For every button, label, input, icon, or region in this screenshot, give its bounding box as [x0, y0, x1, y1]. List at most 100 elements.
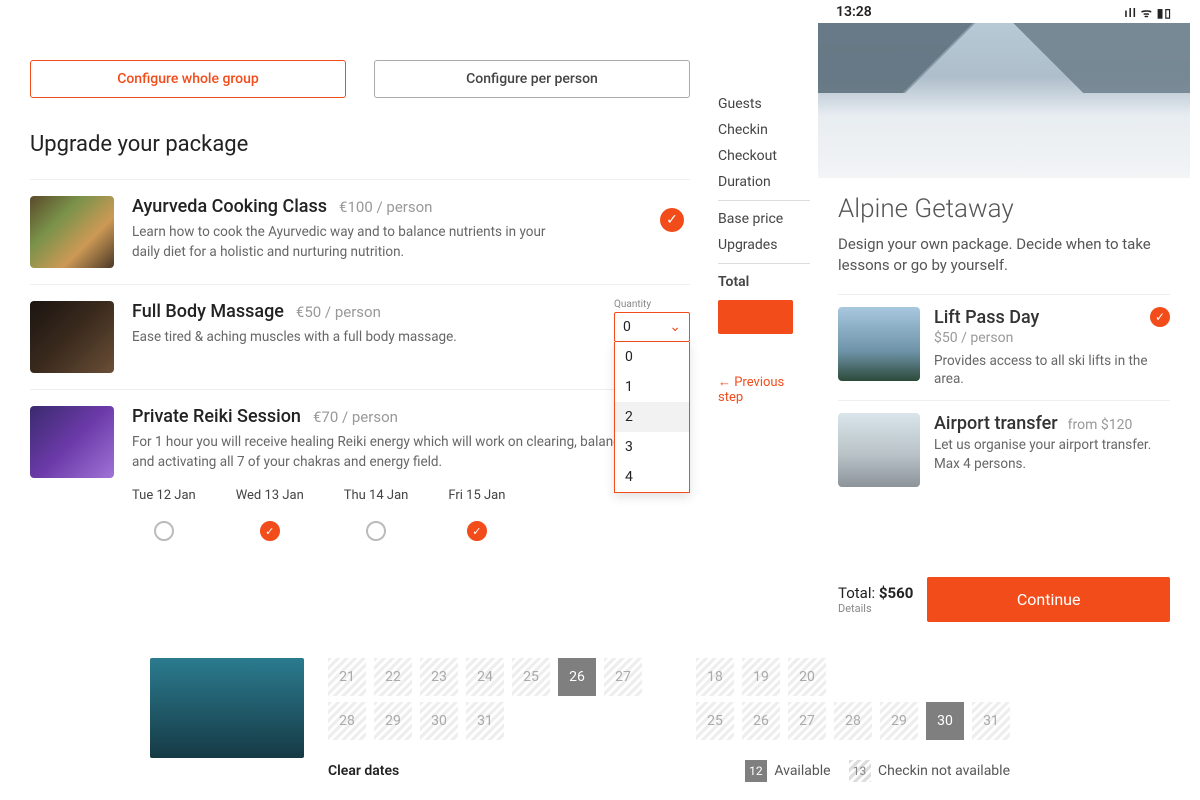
date-radio[interactable] [366, 521, 386, 541]
quantity-option[interactable]: 1 [615, 372, 689, 402]
addon-desc: For 1 hour you will receive healing Reik… [132, 433, 652, 472]
summary-cta-button[interactable] [718, 300, 793, 334]
calendar-cell[interactable]: 22 [374, 658, 412, 696]
addon-row-cooking: Ayurveda Cooking Class €100 / person Lea… [30, 179, 690, 284]
date-row: Tue 12 Jan Wed 13 Jan Thu 14 Jan Fri 15 … [132, 488, 505, 545]
addon-thumb [838, 413, 920, 487]
calendar-gap [512, 702, 550, 740]
calendar-cell[interactable]: 23 [420, 658, 458, 696]
addon-title: Lift Pass Day [934, 307, 1039, 328]
mobile-mock: 13:28 ıll ᯤ ▮▯ Alpine Getaway Design you… [818, 0, 1190, 640]
details-link[interactable]: Details [838, 602, 913, 615]
calendar-cell[interactable]: 30 [420, 702, 458, 740]
calendar-cell[interactable]: 30 [926, 702, 964, 740]
clear-dates-button[interactable]: Clear dates [328, 763, 399, 779]
calendar-cell[interactable]: 29 [374, 702, 412, 740]
calendar-gap [650, 658, 688, 696]
calendar-cell[interactable]: 21 [328, 658, 366, 696]
addon-desc: Let us organise your airport transfer. M… [934, 436, 1170, 472]
signal-icon: ıll [1124, 6, 1136, 20]
legend-label: Available [774, 763, 830, 779]
configure-panel: Configure whole group Configure per pers… [30, 60, 690, 561]
check-icon[interactable]: ✓ [660, 208, 684, 232]
continue-button[interactable]: Continue [927, 577, 1170, 622]
addon-desc: Learn how to cook the Ayurvedic way and … [132, 223, 572, 262]
date-col: Tue 12 Jan [132, 488, 196, 545]
quantity-block: Quantity 0 ⌄ 0 1 2 3 4 [614, 299, 690, 493]
quantity-option[interactable]: 4 [615, 462, 689, 492]
calendar-cell[interactable]: 28 [328, 702, 366, 740]
calendar-strip: 21 22 23 24 25 26 27 18 19 20 28 29 30 3… [150, 658, 1010, 782]
calendar-footer: Clear dates 12 Available 13 Checkin not … [328, 760, 1010, 782]
quantity-dropdown: 0 1 2 3 4 [614, 342, 690, 493]
legend-available: 12 Available [745, 760, 831, 782]
addon-thumb [30, 301, 114, 373]
calendar-block: 21 22 23 24 25 26 27 18 19 20 28 29 30 3… [328, 658, 1010, 782]
calendar-row: 21 22 23 24 25 26 27 18 19 20 [328, 658, 1010, 696]
status-time: 13:28 [836, 4, 872, 21]
addon-body: Full Body Massage €50 / person Ease tire… [132, 301, 690, 348]
calendar-cell[interactable]: 19 [742, 658, 780, 696]
summary-label: Checkin [718, 122, 810, 138]
date-col: Wed 13 Jan [236, 488, 304, 545]
tab-configure-person[interactable]: Configure per person [374, 60, 690, 98]
addon-body: Airport transfer from $120 Let us organi… [934, 413, 1170, 472]
hero-image [818, 23, 1190, 178]
calendar-cell[interactable]: 25 [696, 702, 734, 740]
quantity-option[interactable]: 2 [615, 402, 689, 432]
addon-thumb [30, 406, 114, 478]
quantity-option[interactable]: 0 [615, 342, 689, 372]
addon-price: from $120 [1068, 417, 1133, 433]
addon-title: Private Reiki Session [132, 406, 301, 427]
calendar-cell[interactable]: 26 [742, 702, 780, 740]
calendar-cell[interactable]: 27 [788, 702, 826, 740]
addon-price: €100 / person [339, 198, 432, 216]
date-radio[interactable] [260, 521, 280, 541]
status-icons: ıll ᯤ ▮▯ [1124, 4, 1172, 21]
summary-label: Base price [718, 211, 810, 227]
legend-chip-icon: 13 [849, 760, 871, 782]
addon-price: €50 / person [296, 303, 381, 321]
calendar-cell[interactable]: 31 [466, 702, 504, 740]
calendar-cell[interactable]: 18 [696, 658, 734, 696]
summary-label: Duration [718, 174, 810, 190]
addon-body: Lift Pass Day $50 / person Provides acce… [934, 307, 1170, 388]
previous-step-link[interactable]: ← Previous step [718, 374, 810, 405]
calendar-cell[interactable]: 31 [972, 702, 1010, 740]
mobile-subtitle: Design your own package. Decide when to … [838, 234, 1170, 276]
legend-unavailable: 13 Checkin not available [849, 760, 1010, 782]
date-radio[interactable] [467, 521, 487, 541]
calendar-legend: 12 Available 13 Checkin not available [745, 760, 1010, 782]
summary-total-label: Total [718, 274, 810, 290]
total-label: Total: [838, 584, 875, 602]
check-icon[interactable]: ✓ [1150, 307, 1170, 327]
calendar-cell[interactable]: 28 [834, 702, 872, 740]
addon-thumb [30, 196, 114, 268]
addon-desc: Provides access to all ski lifts in the … [934, 352, 1170, 388]
addon-title: Airport transfer [934, 413, 1058, 434]
summary-label: Checkout [718, 148, 810, 164]
configure-tabs: Configure whole group Configure per pers… [30, 60, 690, 98]
legend-label: Checkin not available [878, 763, 1010, 779]
quantity-select[interactable]: 0 ⌄ [614, 312, 690, 342]
mobile-addon-airport: Airport transfer from $120 Let us organi… [838, 400, 1170, 499]
tab-configure-group[interactable]: Configure whole group [30, 60, 346, 98]
quantity-label: Quantity [614, 299, 690, 310]
addon-thumb [838, 307, 920, 381]
calendar-cell[interactable]: 27 [604, 658, 642, 696]
calendar-cell[interactable]: 20 [788, 658, 826, 696]
calendar-cell[interactable]: 26 [558, 658, 596, 696]
chevron-down-icon: ⌄ [669, 319, 681, 335]
addon-row-massage: Full Body Massage €50 / person Ease tire… [30, 284, 690, 389]
quantity-option[interactable]: 3 [615, 432, 689, 462]
calendar-cell[interactable]: 29 [880, 702, 918, 740]
calendar-gap [558, 702, 596, 740]
quantity-value: 0 [623, 319, 631, 335]
summary-col: Guests Checkin Checkout Duration Base pr… [718, 96, 810, 415]
date-radio[interactable] [154, 521, 174, 541]
wifi-icon: ᯤ [1141, 6, 1153, 20]
addon-desc: Ease tired & aching muscles with a full … [132, 328, 572, 348]
calendar-cell[interactable]: 24 [466, 658, 504, 696]
calendar-cell[interactable]: 25 [512, 658, 550, 696]
summary-label: Upgrades [718, 237, 810, 253]
